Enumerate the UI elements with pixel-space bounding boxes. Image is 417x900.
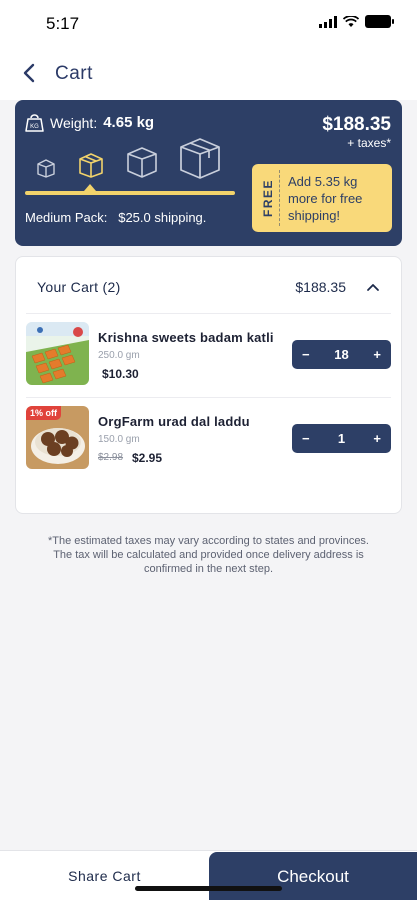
cart-header-label: Your Cart [37,279,99,295]
cart-item: Krishna sweets badam katli 250.0 gm $10.… [26,322,391,392]
free-tag: FREE [261,179,275,218]
small-pack-icon [37,159,55,178]
pack-name: Medium Pack: [25,210,108,225]
svg-text:KG: KG [30,124,39,130]
pack-level-marker [84,184,96,191]
pack-level-track [25,191,235,195]
weight-label: Weight: [50,114,98,131]
wifi-icon [343,15,359,27]
product-image: 1% off [26,406,89,469]
shipping-total: $188.35 [322,114,391,135]
weight-row: KG Weight: 4.65 kg [25,113,154,132]
taxes-note: + taxes* [347,136,391,150]
signal-icon [319,15,337,28]
divider [26,397,391,398]
cart-header[interactable]: Your Cart (2) [37,279,121,295]
increment-button[interactable]: + [373,431,381,446]
status-bar: 5:17 [0,0,417,48]
free-shipping-box: FREE Add 5.35 kg more for free shipping! [252,164,392,232]
share-cart-button[interactable]: Share Cart [0,851,209,900]
bottom-bar: Share Cart Checkout [0,850,417,900]
free-divider [279,170,280,226]
product-weight: 250.0 gm [98,350,140,361]
quantity-value: 18 [334,347,349,362]
quantity-stepper[interactable]: − 1 + [292,424,391,453]
product-price: $10.30 [102,367,139,381]
chevron-up-icon[interactable] [365,279,381,295]
chevron-left-icon [23,63,35,83]
decrement-button[interactable]: − [302,431,310,446]
weight-value: 4.65 kg [103,114,155,131]
status-time: 5:17 [46,14,80,33]
cart-item: 1% off OrgFarm urad dal laddu 150.0 gm $… [26,406,391,476]
weight-icon: KG [25,114,44,132]
discount-badge: 1% off [26,406,61,420]
status-icons [319,15,394,28]
cart-count: (2) [102,279,121,295]
battery-icon [365,15,394,28]
cart-card: Your Cart (2) $188.35 Krishna sweets bad… [15,256,402,514]
checkout-button[interactable]: Checkout [209,852,417,900]
shipping-card: KG Weight: 4.65 kg $188.35 + taxes* Medi… [15,100,402,246]
product-image [26,322,89,385]
product-old-price: $2.98 [98,452,124,463]
decrement-button[interactable]: − [302,347,310,362]
quantity-stepper[interactable]: − 18 + [292,340,391,369]
increment-button[interactable]: + [373,347,381,362]
home-indicator [135,886,282,891]
free-shipping-message: Add 5.35 kg more for free shipping! [288,174,363,223]
cart-total: $188.35 [295,279,346,295]
product-name[interactable]: Krishna sweets badam katli [98,330,274,345]
large-pack-icon [127,147,157,178]
tax-disclaimer: *The estimated taxes may vary according … [48,535,369,575]
quantity-value: 1 [337,431,346,446]
nav-bar: Cart [0,48,417,100]
pack-info: Medium Pack: $25.0 shipping. [25,210,206,225]
product-name[interactable]: OrgFarm urad dal laddu [98,414,250,429]
medium-pack-icon [79,153,103,178]
back-button[interactable] [18,62,40,84]
product-weight: 150.0 gm [98,434,140,445]
product-price: $2.95 [132,451,163,465]
xl-pack-icon [180,138,220,179]
pack-shipping: $25.0 shipping. [118,210,207,225]
divider [26,313,391,314]
page-title: Cart [55,63,93,84]
